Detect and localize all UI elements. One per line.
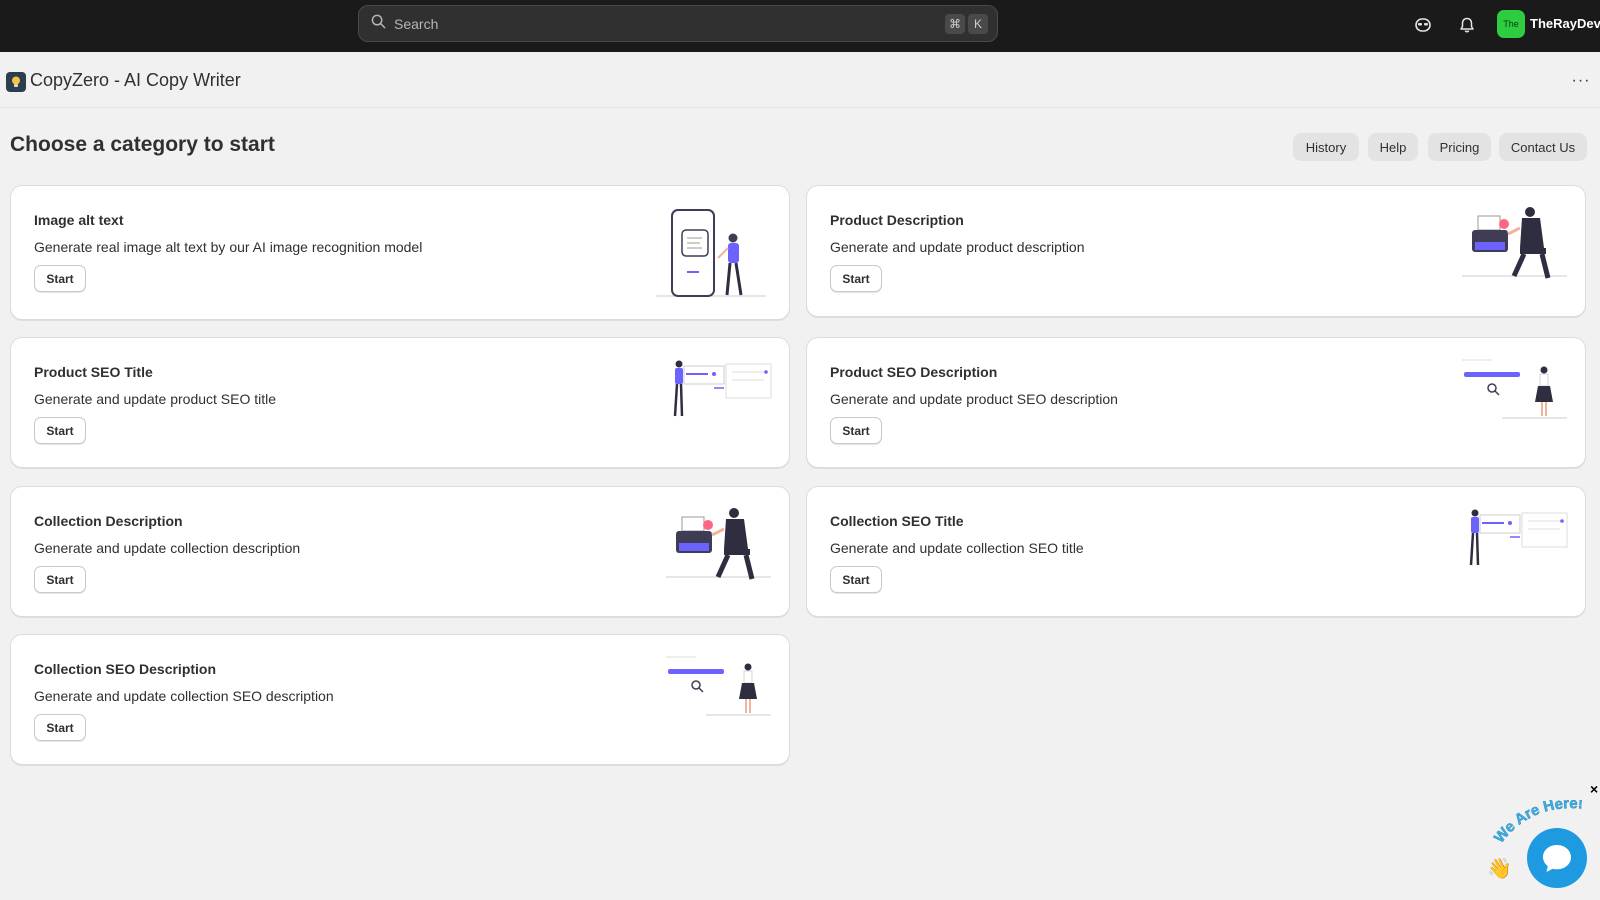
more-actions-button[interactable]: ···	[1570, 70, 1592, 92]
store-name[interactable]: TheRayDev	[1530, 16, 1600, 31]
phone-person-illustration	[656, 209, 766, 297]
typewriter-person-illustration	[666, 508, 771, 580]
history-button[interactable]: History	[1293, 133, 1359, 161]
k-key: K	[968, 14, 988, 34]
start-button[interactable]: Start	[34, 714, 86, 741]
category-card-collection-seo-title: Collection SEO Title Generate and update…	[806, 486, 1586, 617]
category-card-product-seo-description: Product SEO Description Generate and upd…	[806, 337, 1586, 468]
category-card-product-description: Product Description Generate and update …	[806, 185, 1586, 317]
lightbulb-icon	[6, 72, 26, 92]
search-placeholder: Search	[394, 15, 439, 32]
start-button[interactable]: Start	[34, 417, 86, 444]
card-title: Collection SEO Description	[34, 661, 217, 677]
start-button[interactable]: Start	[830, 566, 882, 593]
category-card-collection-seo-description: Collection SEO Description Generate and …	[10, 634, 790, 765]
app-title: CopyZero - AI Copy Writer	[30, 70, 241, 90]
start-button[interactable]: Start	[830, 265, 882, 292]
chat-launcher-button[interactable]	[1527, 828, 1587, 888]
category-card-collection-description: Collection Description Generate and upda…	[10, 486, 790, 617]
card-title: Product Description	[830, 212, 964, 228]
top-bar: Search ⌘ K The TheRayDev	[0, 0, 1600, 52]
category-card-product-seo-title: Product SEO Title Generate and update pr…	[10, 337, 790, 468]
contact-us-button[interactable]: Contact Us	[1499, 133, 1587, 161]
help-button[interactable]: Help	[1368, 133, 1418, 161]
chat-bubble-icon	[1543, 845, 1571, 872]
start-button[interactable]: Start	[34, 566, 86, 593]
search-icon	[371, 14, 386, 34]
card-description: Generate and update product description	[830, 239, 1085, 255]
category-card-image-alt-text: Image alt text Generate real image alt t…	[10, 185, 790, 320]
card-description: Generate and update collection SEO descr…	[34, 688, 334, 704]
pricing-button[interactable]: Pricing	[1428, 133, 1491, 161]
search-input[interactable]: Search ⌘ K	[358, 5, 998, 42]
store-avatar[interactable]: The	[1497, 10, 1525, 38]
person-charts-illustration	[673, 360, 772, 417]
app-header: CopyZero - AI Copy Writer ···	[0, 52, 1600, 108]
search-woman-illustration	[1462, 359, 1567, 419]
card-description: Generate and update product SEO title	[34, 391, 277, 407]
card-description: Generate and update product SEO descript…	[830, 391, 1118, 407]
card-title: Image alt text	[34, 212, 124, 228]
waving-hand-icon: 👋	[1487, 858, 1512, 880]
person-charts-illustration	[1469, 509, 1568, 566]
search-woman-illustration	[666, 656, 771, 716]
card-description: Generate and update collection descripti…	[34, 540, 301, 556]
start-button[interactable]: Start	[830, 417, 882, 444]
card-title: Product SEO Title	[34, 364, 153, 380]
card-title: Collection Description	[34, 513, 183, 529]
card-title: Collection SEO Title	[830, 513, 964, 529]
typewriter-person-illustration	[1462, 207, 1567, 279]
mask-icon[interactable]	[1412, 14, 1434, 36]
card-title: Product SEO Description	[830, 364, 998, 380]
close-chat-button[interactable]: ×	[1590, 781, 1598, 797]
page-title: Choose a category to start	[10, 133, 275, 156]
bell-icon[interactable]	[1456, 14, 1478, 36]
start-button[interactable]: Start	[34, 265, 86, 292]
command-key: ⌘	[945, 14, 965, 34]
card-description: Generate and update collection SEO title	[830, 540, 1084, 556]
card-description: Generate real image alt text by our AI i…	[34, 239, 423, 255]
